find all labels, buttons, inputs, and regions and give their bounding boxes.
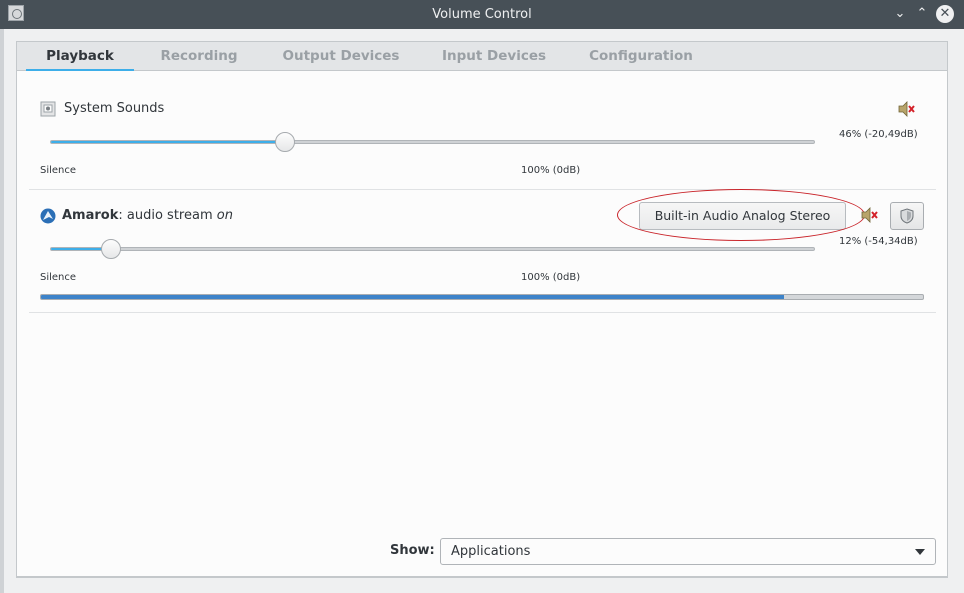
lock-channels-button[interactable] xyxy=(890,202,924,230)
stream-separator xyxy=(29,312,936,313)
speaker-muted-icon[interactable] xyxy=(861,207,879,223)
volume-slider-handle[interactable] xyxy=(274,132,295,152)
tab-bar: Playback Recording Output Devices Input … xyxy=(16,41,948,72)
tab-playback[interactable]: Playback xyxy=(26,42,134,72)
shield-lock-icon xyxy=(900,208,914,224)
annotation-ellipse xyxy=(617,189,865,241)
amarok-wolf-icon xyxy=(40,208,56,224)
volume-slider-system-sounds[interactable] xyxy=(50,140,815,144)
volume-readout-system-sounds: 46% (-20,49dB) xyxy=(839,129,918,140)
full-volume-label: 100% (0dB) xyxy=(521,272,581,283)
volume-readout-amarok: 12% (-54,34dB) xyxy=(839,236,918,247)
window-title: Volume Control xyxy=(432,7,532,22)
speaker-muted-icon[interactable] xyxy=(898,101,916,117)
tab-output-devices[interactable]: Output Devices xyxy=(273,42,409,71)
playback-panel xyxy=(16,71,948,577)
full-volume-label: 100% (0dB) xyxy=(521,165,581,176)
tab-configuration[interactable]: Configuration xyxy=(577,42,705,71)
silence-label: Silence xyxy=(40,165,77,176)
show-filter-value: Applications xyxy=(451,544,531,559)
show-filter-dropdown[interactable]: Applications xyxy=(440,538,936,565)
stream-state: on xyxy=(216,208,233,223)
stream-app-name: Amarok xyxy=(62,208,119,223)
panel-bottom-border xyxy=(16,577,948,578)
volume-slider-fill xyxy=(51,141,286,143)
stream-name-amarok: Amarok: audio stream on xyxy=(62,208,233,223)
peak-level-fill xyxy=(41,295,784,299)
chevron-down-icon xyxy=(915,549,925,555)
maximize-button[interactable]: ⌃ xyxy=(912,4,932,24)
close-button[interactable]: ✕ xyxy=(936,5,954,23)
silence-label: Silence xyxy=(40,272,77,283)
stream-separator-text: : xyxy=(118,208,127,223)
peak-level-meter xyxy=(40,294,924,300)
tab-input-devices[interactable]: Input Devices xyxy=(433,42,555,71)
minimize-button[interactable]: ⌄ xyxy=(890,4,910,24)
volume-slider-amarok[interactable] xyxy=(50,247,815,251)
show-label: Show: xyxy=(390,543,435,558)
tab-recording[interactable]: Recording xyxy=(149,42,249,71)
stream-name-system-sounds: System Sounds xyxy=(64,101,165,116)
stream-description: audio stream xyxy=(126,208,217,223)
stream-separator xyxy=(29,189,936,190)
system-sounds-icon xyxy=(40,101,56,117)
title-bar: Volume Control ⌄ ⌃ ✕ xyxy=(0,0,964,29)
